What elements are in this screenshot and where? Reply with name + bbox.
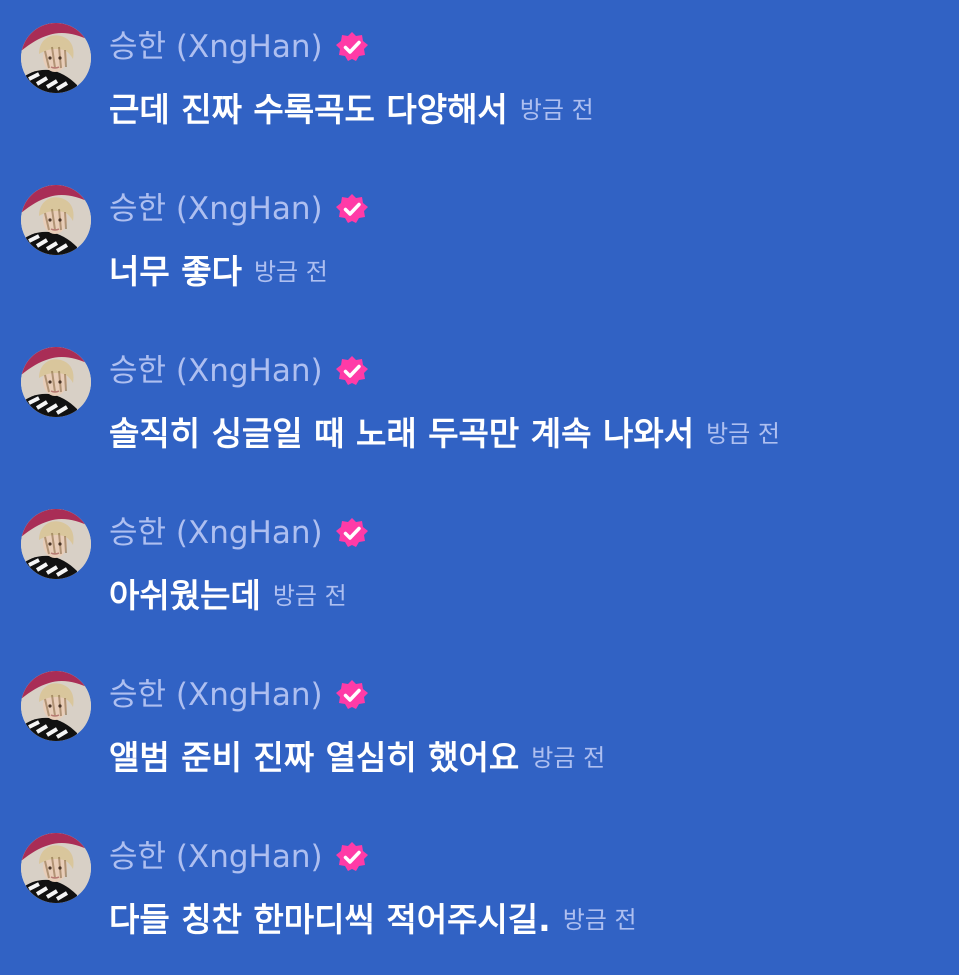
message-body-row: 근데 진짜 수록곡도 다양해서 방금 전 bbox=[109, 86, 594, 134]
avatar[interactable] bbox=[21, 185, 91, 255]
message-item: 승한 (XngHan) 다들 칭찬 한마디씩 적어주시길. 방금 전 bbox=[0, 810, 959, 970]
author-name[interactable]: 승한 (XngHan) bbox=[109, 674, 323, 716]
message-body-row: 앨범 준비 진짜 열심히 했어요 방금 전 bbox=[109, 734, 605, 782]
message-item: 승한 (XngHan) 아쉬웠는데 방금 전 bbox=[0, 486, 959, 646]
message-body-row: 솔직히 싱글일 때 노래 두곡만 계속 나와서 방금 전 bbox=[109, 410, 780, 458]
message-text: 아쉬웠는데 bbox=[109, 576, 261, 615]
avatar-image bbox=[21, 671, 91, 741]
author-name[interactable]: 승한 (XngHan) bbox=[109, 26, 323, 68]
avatar[interactable] bbox=[21, 347, 91, 417]
timestamp: 방금 전 bbox=[562, 906, 637, 934]
timestamp: 방금 전 bbox=[272, 582, 347, 610]
message-body-row: 너무 좋다 방금 전 bbox=[109, 248, 328, 296]
author-row: 승한 (XngHan) bbox=[109, 674, 369, 716]
message-item: 승한 (XngHan) 앨범 준비 진짜 열심히 했어요 방금 전 bbox=[0, 648, 959, 808]
avatar-image bbox=[21, 833, 91, 903]
message-text: 다들 칭찬 한마디씩 적어주시길. bbox=[109, 900, 551, 939]
timestamp: 방금 전 bbox=[253, 258, 328, 286]
message-text: 너무 좋다 bbox=[109, 252, 242, 291]
message-item: 승한 (XngHan) 근데 진짜 수록곡도 다양해서 방금 전 bbox=[0, 0, 959, 160]
avatar-image bbox=[21, 509, 91, 579]
avatar-image bbox=[21, 347, 91, 417]
author-row: 승한 (XngHan) bbox=[109, 836, 369, 878]
verified-badge-icon bbox=[335, 354, 369, 388]
timestamp: 방금 전 bbox=[531, 744, 606, 772]
timestamp: 방금 전 bbox=[706, 420, 780, 448]
message-item: 승한 (XngHan) 너무 좋다 방금 전 bbox=[0, 162, 959, 322]
message-text: 근데 진짜 수록곡도 다양해서 bbox=[109, 90, 508, 129]
author-row: 승한 (XngHan) bbox=[109, 350, 369, 392]
avatar[interactable] bbox=[21, 833, 91, 903]
message-text: 앨범 준비 진짜 열심히 했어요 bbox=[109, 738, 520, 777]
verified-badge-icon bbox=[335, 30, 369, 64]
author-name[interactable]: 승한 (XngHan) bbox=[109, 512, 323, 554]
avatar[interactable] bbox=[21, 23, 91, 93]
avatar[interactable] bbox=[21, 671, 91, 741]
avatar[interactable] bbox=[21, 509, 91, 579]
message-body-row: 아쉬웠는데 방금 전 bbox=[109, 572, 347, 620]
author-row: 승한 (XngHan) bbox=[109, 26, 369, 68]
verified-badge-icon bbox=[335, 840, 369, 874]
verified-badge-icon bbox=[335, 192, 369, 226]
message-item: 승한 (XngHan) 솔직히 싱글일 때 노래 두곡만 계속 나와서 방금 전 bbox=[0, 324, 959, 484]
avatar-image bbox=[21, 23, 91, 93]
author-name[interactable]: 승한 (XngHan) bbox=[109, 836, 323, 878]
verified-badge-icon bbox=[335, 678, 369, 712]
timestamp: 방금 전 bbox=[519, 96, 594, 124]
avatar-image bbox=[21, 185, 91, 255]
message-feed: 승한 (XngHan) 근데 진짜 수록곡도 다양해서 방금 전 승한 (Xng… bbox=[0, 0, 959, 975]
message-body-row: 다들 칭찬 한마디씩 적어주시길. 방금 전 bbox=[109, 896, 637, 944]
verified-badge-icon bbox=[335, 516, 369, 550]
author-row: 승한 (XngHan) bbox=[109, 512, 369, 554]
message-text: 솔직히 싱글일 때 노래 두곡만 계속 나와서 bbox=[109, 414, 695, 453]
author-name[interactable]: 승한 (XngHan) bbox=[109, 188, 323, 230]
author-name[interactable]: 승한 (XngHan) bbox=[109, 350, 323, 392]
author-row: 승한 (XngHan) bbox=[109, 188, 369, 230]
